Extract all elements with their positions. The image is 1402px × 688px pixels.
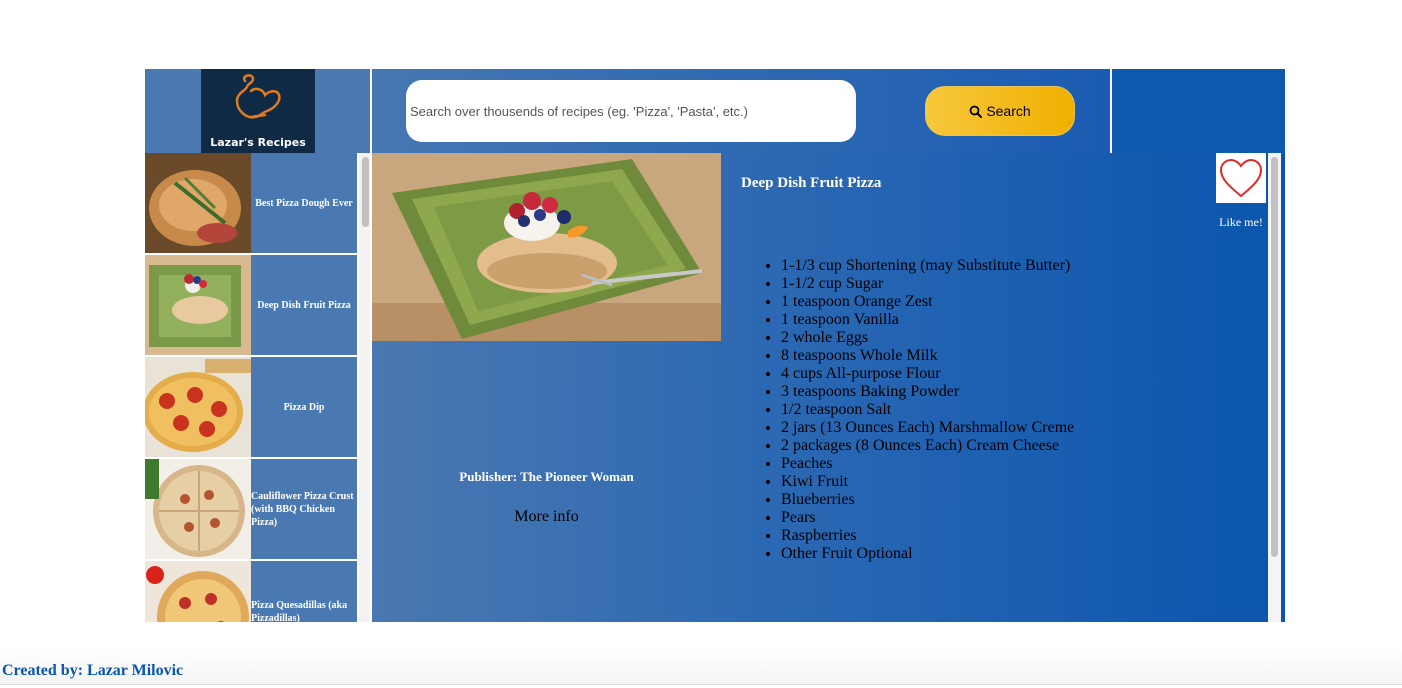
results-sidebar: Best Pizza Dough Ever Deep Dish Fruit Pi…: [145, 153, 372, 622]
ingredient-item: 1-1/3 cup Shortening (may Substitute But…: [781, 257, 1074, 275]
result-item[interactable]: Deep Dish Fruit Pizza: [145, 255, 357, 355]
recipe-scrollbar-thumb[interactable]: [1271, 157, 1278, 557]
ingredient-item: 4 cups All-purpose Flour: [781, 365, 1074, 383]
heart-icon: [1219, 158, 1263, 198]
header-right-panel: [1112, 69, 1285, 153]
result-thumbnail: [145, 561, 251, 622]
footer: [0, 648, 1402, 685]
search-input[interactable]: [406, 80, 856, 142]
ingredient-item: Blueberries: [781, 491, 1074, 509]
header: Lazar's Recipes Search: [145, 69, 1285, 153]
search-icon: [969, 105, 983, 118]
content: Best Pizza Dough Ever Deep Dish Fruit Pi…: [145, 153, 1285, 622]
ingredients-list: 1-1/3 cup Shortening (may Substitute But…: [741, 257, 1074, 563]
result-thumbnail: [145, 459, 251, 559]
sidebar-scrollbar[interactable]: [359, 153, 370, 622]
result-item[interactable]: Cauliflower Pizza Crust (with BBQ Chicke…: [145, 459, 357, 559]
ingredient-item: Peaches: [781, 455, 1074, 473]
ingredient-item: 2 jars (13 Ounces Each) Marshmallow Crem…: [781, 419, 1074, 437]
recipe-publisher: Publisher: The Pioneer Woman: [459, 469, 634, 484]
ingredient-item: Other Fruit Optional: [781, 545, 1074, 563]
ingredient-item: 1/2 teaspoon Salt: [781, 401, 1074, 419]
ingredient-item: 8 teaspoons Whole Milk: [781, 347, 1074, 365]
footer-credit: Created by: Lazar Milovic: [2, 662, 184, 679]
ingredient-item: 3 teaspoons Baking Powder: [781, 383, 1074, 401]
ingredient-item: 2 whole Eggs: [781, 329, 1074, 347]
search-button-label: Search: [986, 103, 1031, 119]
recipe-view: Publisher: The Pioneer Woman More info D…: [372, 153, 1285, 622]
ingredient-item: 1 teaspoon Orange Zest: [781, 293, 1074, 311]
ingredient-item: Kiwi Fruit: [781, 473, 1074, 491]
recipe-image: [372, 153, 721, 341]
recipe-scrollbar[interactable]: [1268, 153, 1281, 622]
result-title: Pizza Dip: [283, 401, 325, 413]
oven-mitt-icon: [235, 74, 281, 119]
result-item[interactable]: Best Pizza Dough Ever: [145, 153, 357, 253]
result-thumbnail: [145, 153, 251, 253]
result-thumbnail: [145, 357, 251, 457]
logo-cell: Lazar's Recipes: [145, 69, 372, 153]
like-label: Like me!: [1219, 215, 1263, 229]
result-item[interactable]: Pizza Quesadillas (aka Pizzadillas): [145, 561, 357, 622]
ingredient-item: 2 packages (8 Ounces Each) Cream Cheese: [781, 437, 1074, 455]
result-title: Cauliflower Pizza Crust (with BBQ Chicke…: [251, 490, 354, 528]
result-title: Deep Dish Fruit Pizza: [257, 299, 351, 311]
search-button[interactable]: Search: [925, 86, 1075, 136]
sidebar-scrollbar-thumb[interactable]: [362, 157, 369, 227]
ingredient-item: Raspberries: [781, 527, 1074, 545]
logo-text: Lazar's Recipes: [210, 136, 306, 149]
like-button[interactable]: [1216, 153, 1266, 203]
search-bar: Search: [372, 69, 1112, 153]
result-item[interactable]: Pizza Dip: [145, 357, 357, 457]
result-title: Pizza Quesadillas (aka Pizzadillas): [251, 600, 348, 622]
result-thumbnail: [145, 255, 251, 355]
app-container: Lazar's Recipes Search over thousends of…: [145, 69, 1285, 622]
ingredient-item: 1-1/2 cup Sugar: [781, 275, 1074, 293]
result-title: Best Pizza Dough Ever: [255, 197, 353, 209]
ingredient-item: 1 teaspoon Vanilla: [781, 311, 1074, 329]
logo[interactable]: Lazar's Recipes: [201, 69, 315, 153]
more-info-link[interactable]: More info: [372, 508, 721, 526]
recipe-title: Deep Dish Fruit Pizza: [741, 175, 882, 191]
ingredient-item: Pears: [781, 509, 1074, 527]
